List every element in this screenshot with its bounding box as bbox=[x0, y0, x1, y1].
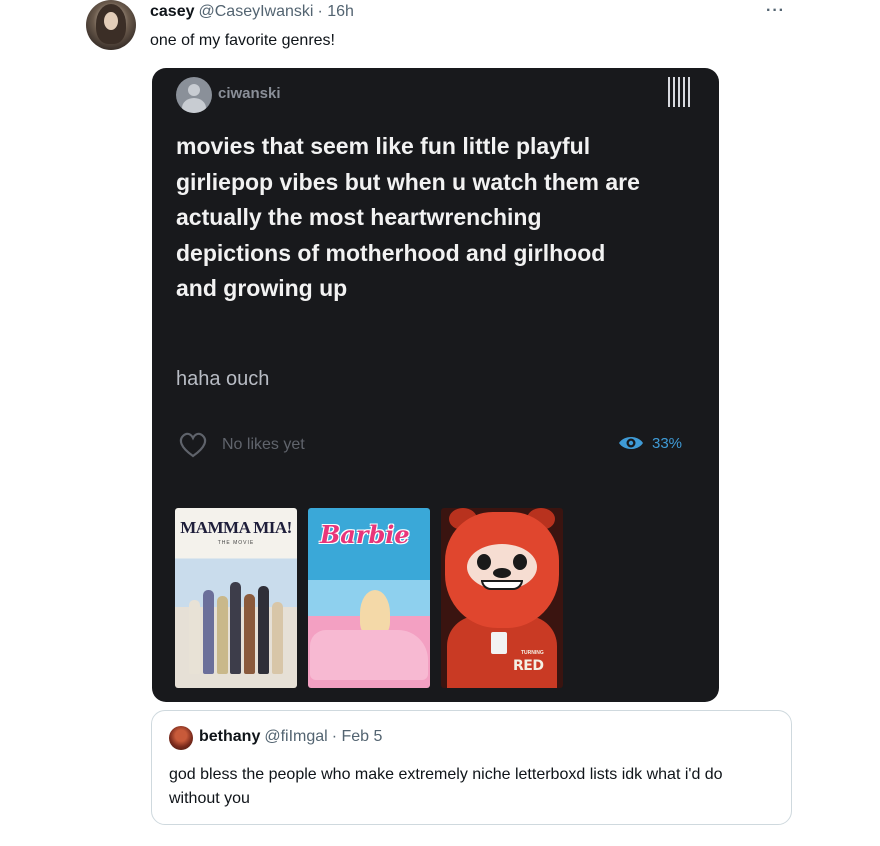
heart-icon bbox=[179, 432, 207, 458]
embedded-body-text: movies that seem like fun little playful… bbox=[176, 133, 640, 302]
tweet-text: one of my favorite genres! bbox=[150, 32, 335, 49]
poster-title: MAMMA MIA! bbox=[180, 518, 292, 537]
embedded-subtext: haha ouch bbox=[176, 368, 270, 390]
poster-mamma-mia[interactable]: MAMMA MIA! THE MOVIE bbox=[175, 508, 297, 688]
eye-icon bbox=[619, 437, 643, 449]
poster-title: Barbie bbox=[320, 520, 410, 549]
author-avatar[interactable] bbox=[86, 0, 136, 50]
views-row: 33% bbox=[618, 434, 682, 452]
quoted-tweet[interactable]: bethany @fiImgal · Feb 5 god bless the p… bbox=[151, 710, 792, 825]
embedded-post-card[interactable]: ciwanski movies that seem like fun littl… bbox=[152, 68, 719, 702]
poster-subtitle: TURNING bbox=[521, 650, 544, 656]
poster-subtitle: THE MOVIE bbox=[217, 540, 255, 546]
views-label: 33% bbox=[652, 434, 683, 452]
author-handle[interactable]: @CaseyIwanski bbox=[199, 3, 314, 21]
embedded-avatar bbox=[176, 77, 212, 113]
tweet-header: casey @CaseyIwanski · 16h bbox=[150, 3, 354, 21]
more-options-icon[interactable]: ··· bbox=[766, 2, 785, 20]
poster-title: RED bbox=[513, 658, 544, 674]
likes-label: No likes yet bbox=[222, 436, 305, 453]
poster-barbie[interactable]: Barbie bbox=[308, 508, 430, 688]
quote-text: god bless the people who make extremely … bbox=[169, 766, 723, 807]
quote-author-name[interactable]: bethany bbox=[199, 728, 260, 746]
likes-row: No likes yet bbox=[178, 432, 305, 458]
embedded-username: ciwanski bbox=[218, 85, 281, 102]
tweet-time[interactable]: · 16h bbox=[317, 3, 353, 21]
quote-header: bethany @fiImgal · Feb 5 bbox=[199, 728, 382, 746]
quote-author-handle[interactable]: @fiImgal bbox=[264, 728, 327, 746]
poster-turning-red[interactable]: TURNING RED bbox=[441, 508, 563, 688]
quote-avatar[interactable] bbox=[169, 726, 193, 750]
poster-row: MAMMA MIA! THE MOVIE Barbie TURNING RED bbox=[175, 508, 563, 688]
author-name[interactable]: casey bbox=[150, 3, 195, 21]
menu-bars-icon bbox=[668, 77, 690, 107]
quote-time[interactable]: · Feb 5 bbox=[332, 728, 383, 746]
